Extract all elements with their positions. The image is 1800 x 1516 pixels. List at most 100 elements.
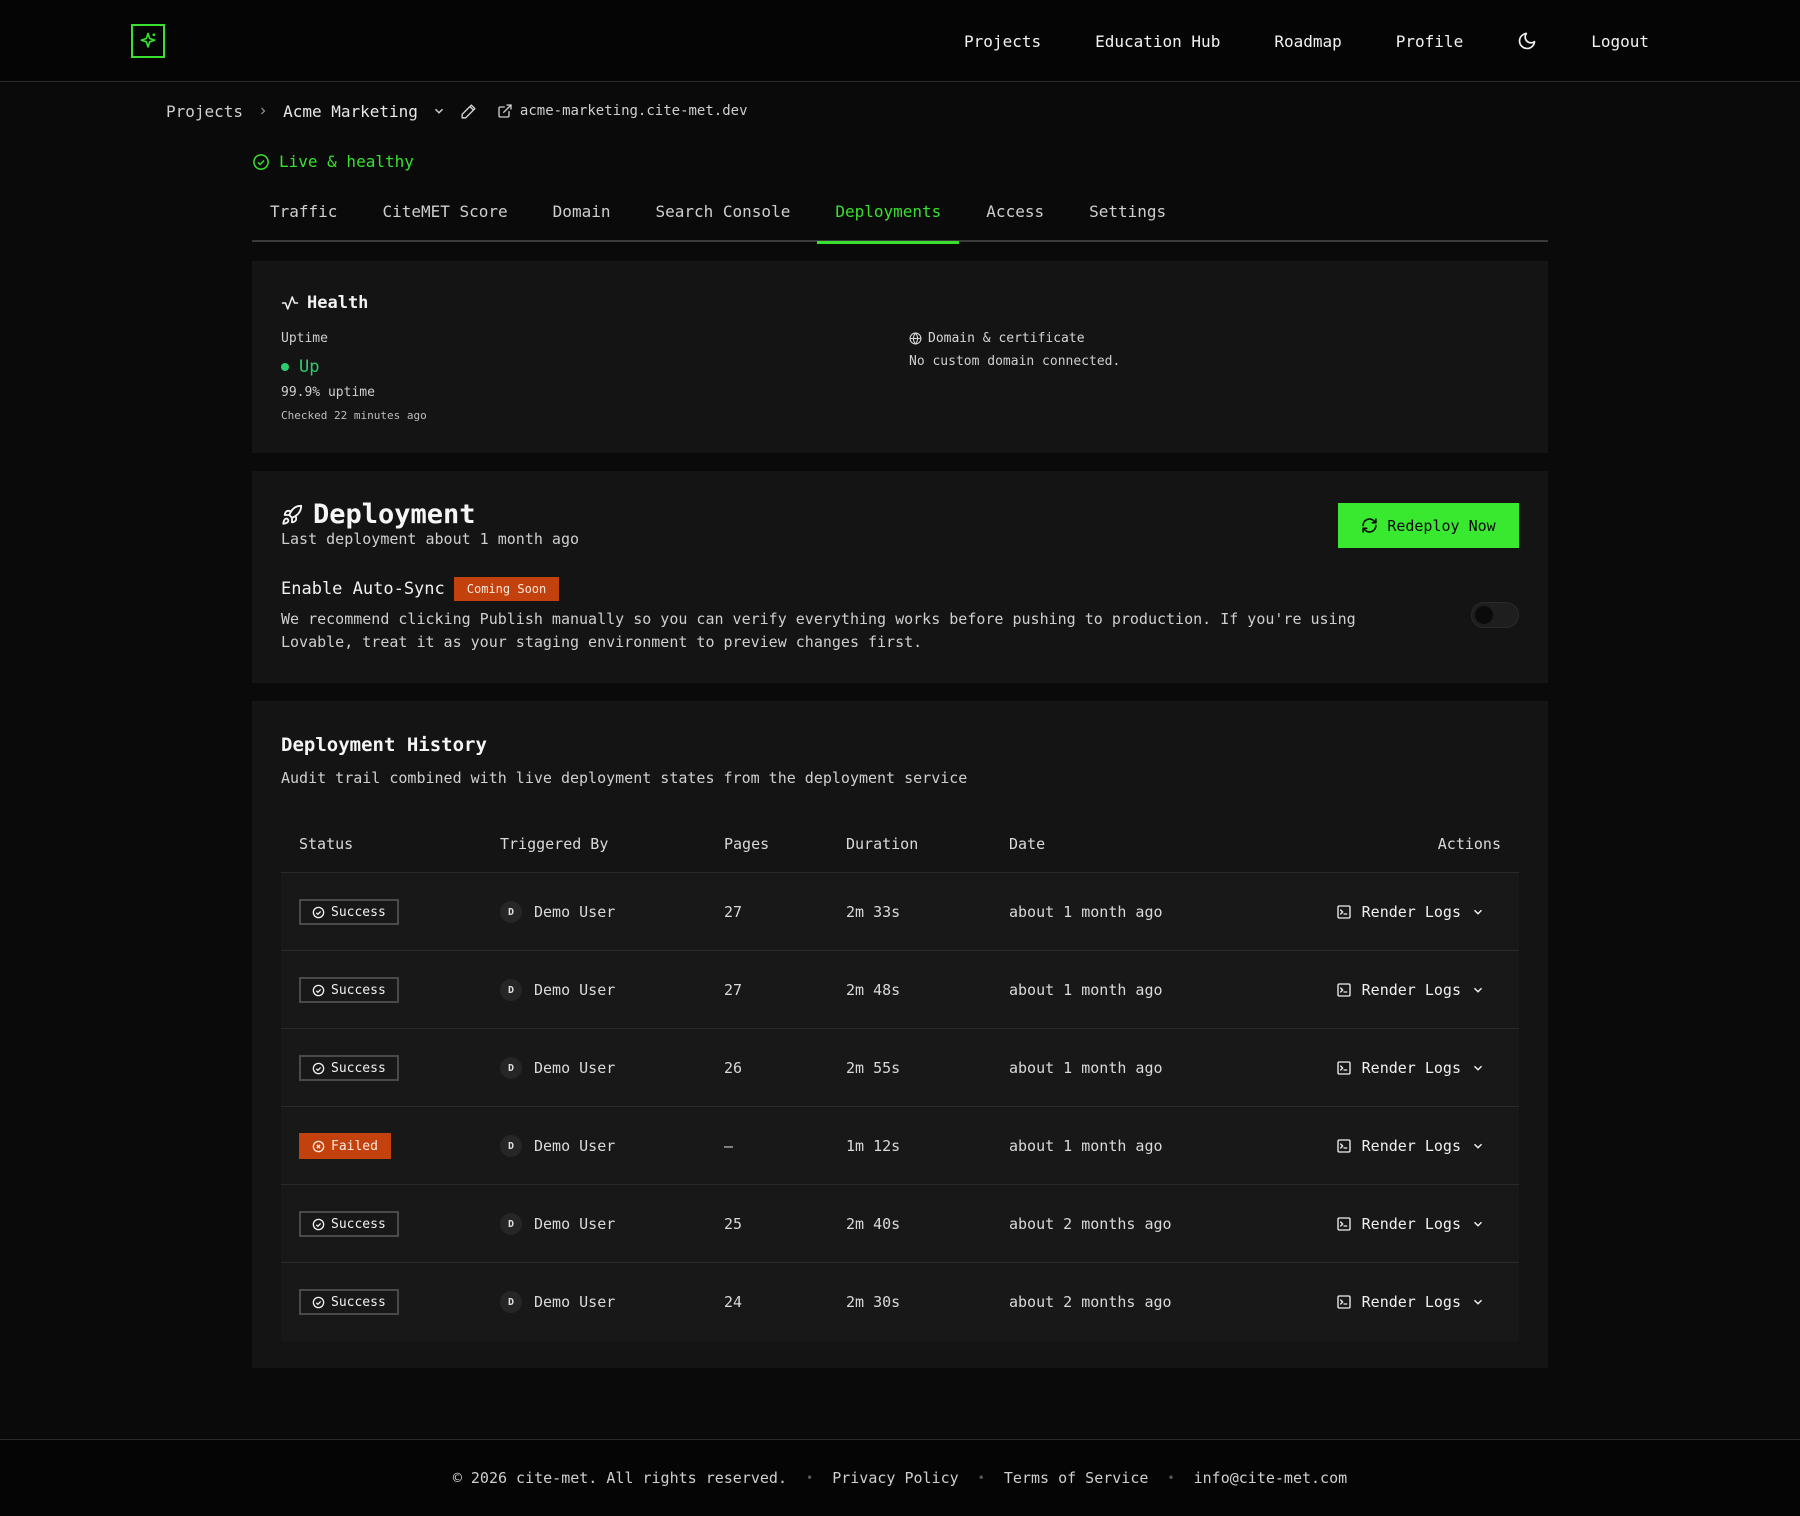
status-badge: Success	[299, 1055, 399, 1081]
history-table: Status Triggered By Pages Duration Date …	[281, 811, 1519, 1341]
table-body: Success D Demo User 27 2m 33s about 1 month a…	[281, 873, 1519, 1341]
date-cell: about 1 month ago	[1009, 1137, 1163, 1155]
terms-link[interactable]: Terms of Service	[1004, 1469, 1149, 1487]
date-cell: about 2 months ago	[1009, 1215, 1172, 1233]
triggered-by-cell: D Demo User	[500, 1263, 615, 1341]
status-badge: Success	[299, 899, 399, 925]
render-logs-button[interactable]: Render Logs	[1336, 1263, 1485, 1341]
user-name: Demo User	[534, 1293, 616, 1311]
health-heading: Health	[281, 293, 368, 313]
moon-icon[interactable]	[1517, 31, 1537, 51]
terminal-icon	[1336, 1060, 1352, 1076]
autosync-heading: Enable Auto-Sync Coming Soon	[281, 577, 560, 601]
tab-deployments[interactable]: Deployments	[817, 196, 960, 244]
render-logs-label: Render Logs	[1361, 1215, 1461, 1233]
project-url: acme-marketing.cite-met.dev	[519, 103, 748, 119]
tab-domain[interactable]: Domain	[535, 196, 629, 242]
email-link[interactable]: info@cite-met.com	[1194, 1469, 1348, 1487]
nav-links: Projects Education Hub Roadmap Profile L…	[964, 0, 1649, 82]
uptime-state: Up	[281, 357, 319, 377]
col-date: Date	[1009, 835, 1046, 853]
chevron-down-icon	[1471, 1217, 1485, 1231]
deployment-history-card: Deployment History Audit trail combined …	[252, 701, 1548, 1368]
tab-settings[interactable]: Settings	[1071, 196, 1184, 242]
table-row: Success D Demo User 27 2m 33s about 1 month a…	[281, 873, 1519, 951]
nav-profile[interactable]: Profile	[1396, 32, 1463, 51]
duration-cell: 2m 40s	[846, 1215, 901, 1233]
breadcrumb-projects[interactable]: Projects	[166, 102, 243, 121]
date-cell: about 1 month ago	[1009, 1059, 1163, 1077]
chevron-down-icon	[1471, 1139, 1485, 1153]
render-logs-button[interactable]: Render Logs	[1336, 1185, 1485, 1263]
triggered-by-cell: D Demo User	[500, 1185, 615, 1263]
live-status-text: Live & healthy	[279, 152, 414, 171]
deployment-heading: Deployment	[281, 499, 476, 530]
check-circle-icon	[312, 1296, 325, 1309]
col-actions: Actions	[1437, 835, 1501, 853]
privacy-policy-link[interactable]: Privacy Policy	[832, 1469, 958, 1487]
pencil-icon[interactable]	[460, 103, 477, 120]
chevron-right-icon	[257, 105, 269, 117]
render-logs-button[interactable]: Render Logs	[1336, 1029, 1485, 1107]
triggered-by-cell: D Demo User	[500, 1107, 615, 1185]
status-text: Success	[331, 1294, 386, 1310]
col-duration: Duration	[846, 835, 919, 853]
pages-cell: 27	[724, 981, 743, 999]
domain-cert-text: Domain & certificate	[928, 331, 1085, 346]
autosync-toggle[interactable]	[1471, 602, 1519, 628]
breadcrumb-project[interactable]: Acme Marketing	[283, 102, 418, 121]
breadcrumb: Projects Acme Marketing acme-marketing.c…	[166, 99, 748, 123]
project-url-link[interactable]: acme-marketing.cite-met.dev	[497, 103, 748, 119]
check-circle-icon	[253, 153, 269, 170]
render-logs-button[interactable]: Render Logs	[1336, 951, 1485, 1029]
table-row: Success D Demo User 25 2m 40s about 2 months …	[281, 1185, 1519, 1263]
render-logs-label: Render Logs	[1361, 1137, 1461, 1155]
chevron-down-icon	[1471, 1295, 1485, 1309]
deployment-subtitle: Last deployment about 1 month ago	[281, 530, 580, 548]
render-logs-button[interactable]: Render Logs	[1336, 1107, 1485, 1185]
duration-cell: 2m 33s	[846, 903, 901, 921]
pages-cell: —	[724, 1137, 734, 1155]
pages-cell: 27	[724, 903, 743, 921]
avatar: D	[500, 1291, 522, 1313]
toggle-knob	[1475, 606, 1493, 624]
status-text: Success	[331, 1216, 386, 1232]
sparkle-icon	[140, 32, 156, 48]
status-text: Success	[331, 904, 386, 920]
logout-link[interactable]: Logout	[1591, 32, 1649, 51]
user-name: Demo User	[534, 903, 616, 921]
nav-education-hub[interactable]: Education Hub	[1095, 32, 1220, 51]
deployment-card: Deployment Last deployment about 1 month…	[252, 471, 1548, 683]
redeploy-button[interactable]: Redeploy Now	[1338, 503, 1519, 548]
tab-citemet-score[interactable]: CiteMET Score	[364, 196, 525, 242]
tab-traffic[interactable]: Traffic	[252, 196, 355, 242]
user-name: Demo User	[534, 1059, 616, 1077]
tab-search-console[interactable]: Search Console	[637, 196, 808, 242]
date-cell: about 1 month ago	[1009, 903, 1163, 921]
status-text: Success	[331, 982, 386, 998]
check-circle-icon	[312, 906, 325, 919]
tab-access[interactable]: Access	[968, 196, 1062, 242]
avatar: D	[500, 979, 522, 1001]
user-name: Demo User	[534, 1215, 616, 1233]
project-tabs: Traffic CiteMET Score Domain Search Cons…	[252, 196, 1548, 244]
render-logs-button[interactable]: Render Logs	[1336, 873, 1485, 951]
nav-roadmap[interactable]: Roadmap	[1274, 32, 1341, 51]
uptime-label: Uptime	[281, 331, 328, 346]
footer: © 2026 cite-met. All rights reserved. • …	[0, 1439, 1800, 1516]
check-circle-icon	[312, 984, 325, 997]
nav-projects[interactable]: Projects	[964, 32, 1041, 51]
history-subtitle: Audit trail combined with live deploymen…	[281, 769, 968, 787]
terminal-icon	[1336, 1294, 1352, 1310]
chevron-down-icon[interactable]	[432, 104, 446, 118]
external-link-icon	[498, 104, 512, 118]
render-logs-label: Render Logs	[1361, 1293, 1461, 1311]
table-row: Success D Demo User 24 2m 30s about 2 months …	[281, 1263, 1519, 1341]
col-status: Status	[299, 835, 354, 853]
user-name: Demo User	[534, 981, 616, 999]
domain-cert-label: Domain & certificate	[909, 331, 1085, 346]
status-badge: Success	[299, 1211, 399, 1237]
status-text: Failed	[331, 1138, 378, 1154]
check-circle-icon	[312, 1218, 325, 1231]
logo[interactable]	[131, 24, 165, 58]
